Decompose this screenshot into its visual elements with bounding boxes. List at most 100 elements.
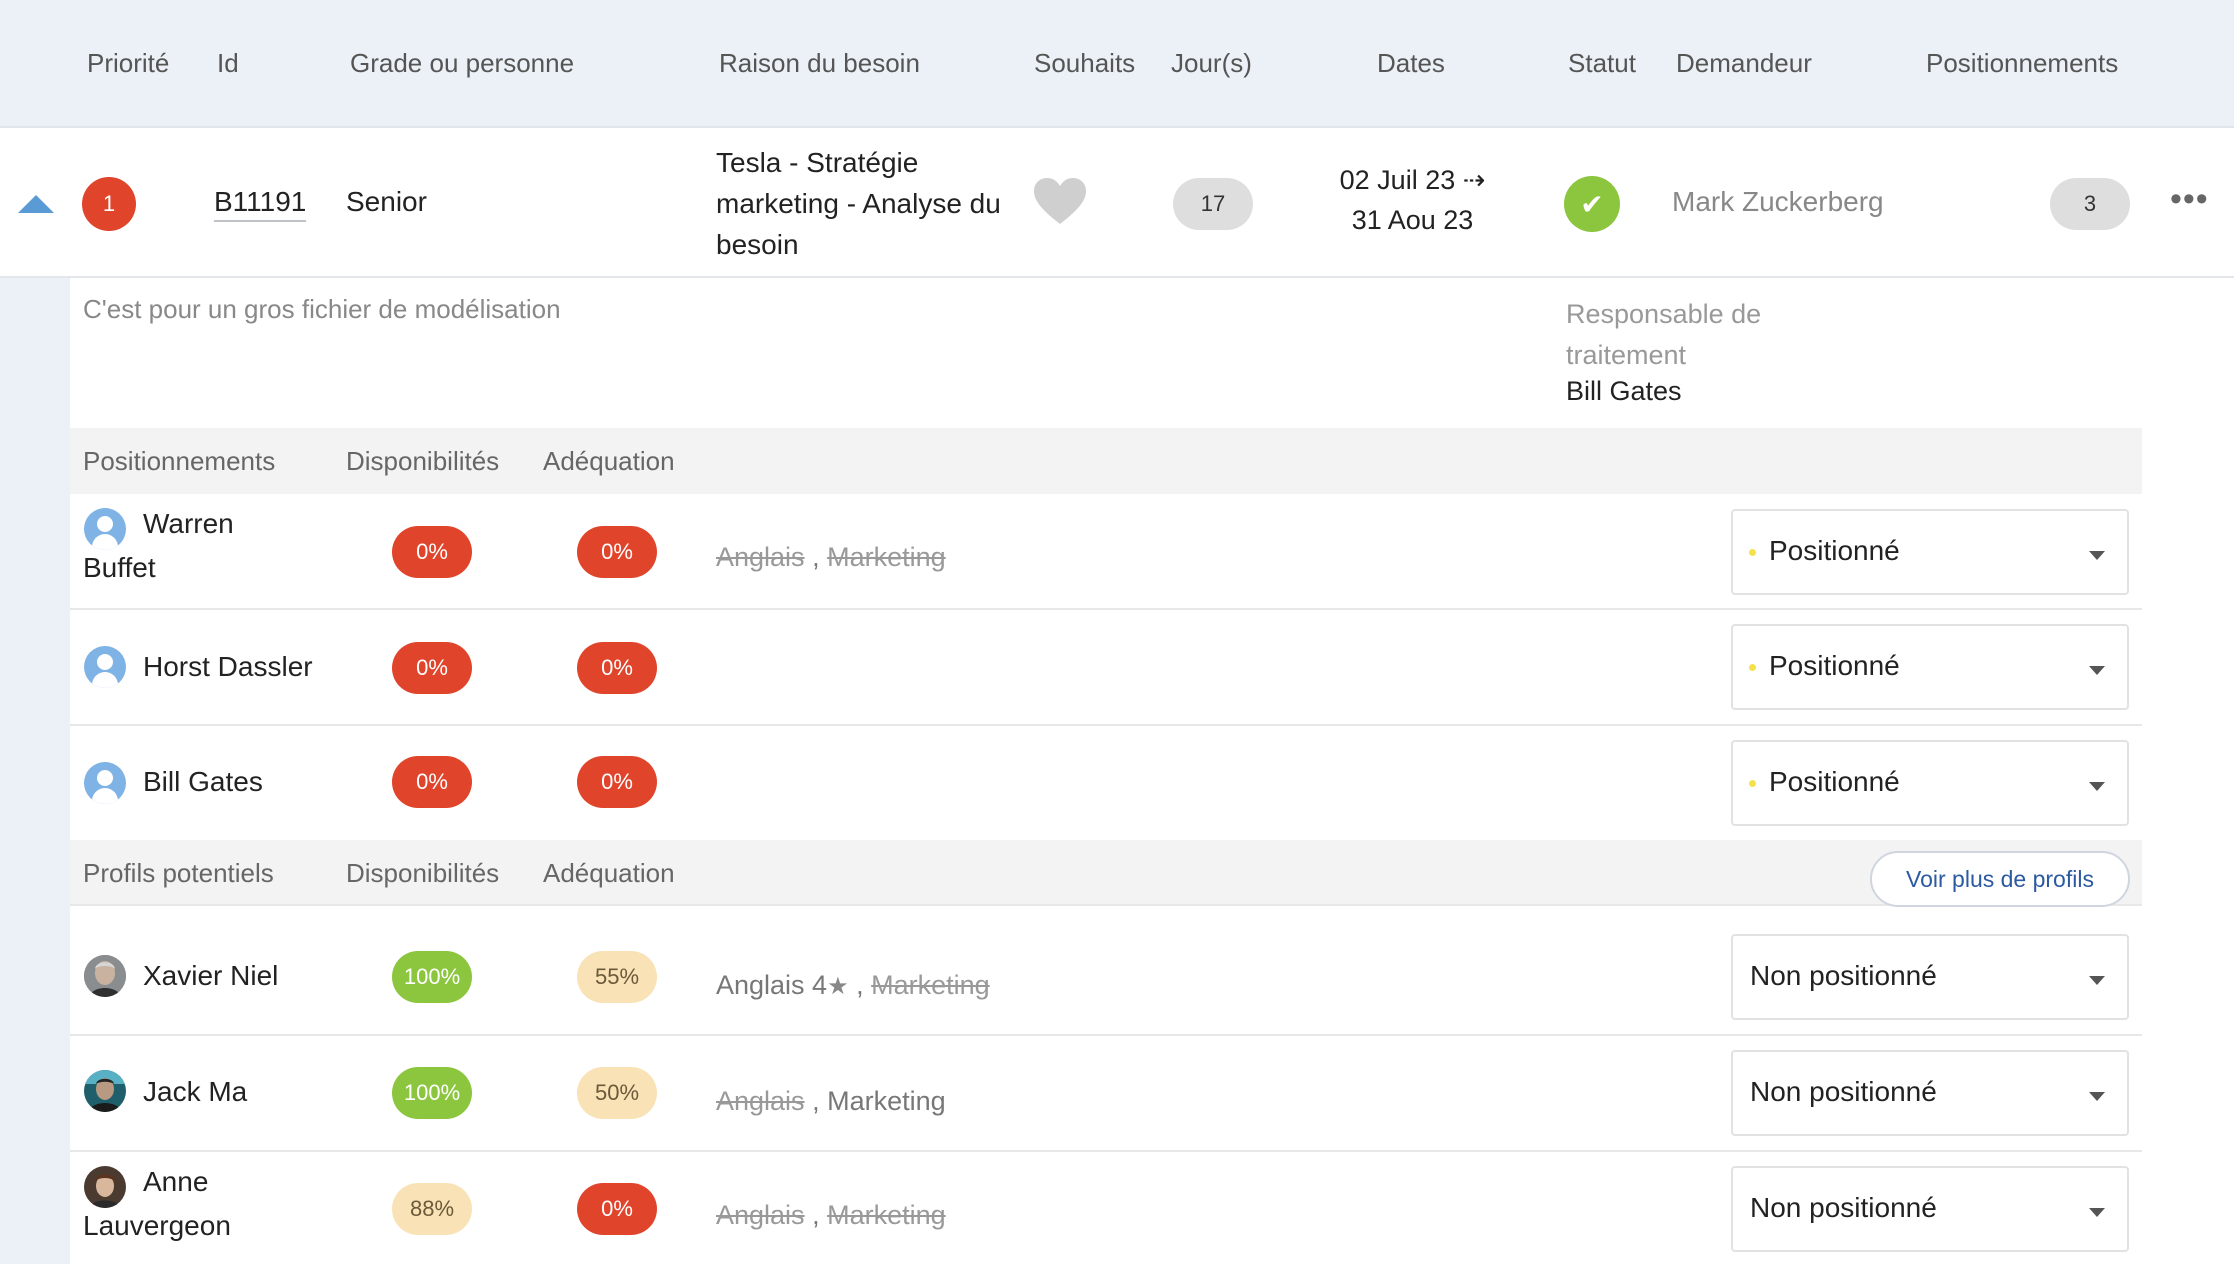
match-badge: 0%: [577, 526, 657, 578]
responsible-label: Responsable de traitement: [1566, 299, 1762, 370]
status-select-value: Positionné: [1769, 650, 1900, 681]
positioned-title: Positionnements: [83, 446, 276, 476]
status-dot-icon: [1749, 664, 1756, 671]
date-end: 31 Aou 23: [1351, 205, 1474, 235]
person-name[interactable]: Jack Ma: [143, 1070, 247, 1114]
availability-badge: 0%: [392, 756, 472, 808]
potential-section-header: Profils potentiels Disponibilités Adéqua…: [70, 840, 2142, 906]
heart-icon[interactable]: [1032, 176, 1088, 226]
skill-separator: ,: [804, 542, 828, 572]
priority-badge: 1: [82, 177, 136, 231]
availability-badge: 0%: [392, 642, 472, 694]
positioned-match-header: Adéquation: [543, 446, 675, 476]
date-start: 02 Juil 23 ⇢: [1339, 165, 1486, 195]
header-dates[interactable]: Dates: [1377, 48, 1445, 79]
portrait-icon: [84, 955, 126, 997]
status-select-value: Positionné: [1769, 535, 1900, 566]
header-id[interactable]: Id: [217, 48, 239, 79]
positionings-count-badge: 3: [2050, 178, 2130, 230]
status-select[interactable]: Positionné: [1731, 740, 2129, 826]
skills-list: Anglais 4★ , Marketing: [716, 970, 990, 1001]
availability-badge: 0%: [392, 526, 472, 578]
responsible-name: Bill Gates: [1566, 376, 1682, 406]
detail-left-strip: [0, 278, 70, 1264]
potential-title: Profils potentiels: [83, 858, 274, 888]
caret-down-icon: [2089, 666, 2105, 675]
availability-badge: 100%: [392, 1067, 472, 1119]
match-badge: 0%: [577, 642, 657, 694]
status-select[interactable]: Positionné: [1731, 624, 2129, 710]
avatar-icon: [84, 762, 126, 804]
request-grade: Senior: [346, 186, 427, 217]
table-header: Priorité Id Grade ou personne Raison du …: [0, 0, 2234, 128]
request-dates: 02 Juil 23 ⇢ 31 Aou 23: [1300, 160, 1525, 240]
potential-match-header: Adéquation: [543, 858, 675, 888]
status-select[interactable]: Non positionné: [1731, 934, 2129, 1020]
see-more-profiles-button[interactable]: Voir plus de profils: [1870, 851, 2130, 907]
table-row: Jack Ma 100% 50% Anglais , Marketing Non…: [70, 1036, 2142, 1152]
more-options-icon[interactable]: •••: [2170, 182, 2209, 216]
portrait-icon: [84, 1070, 126, 1112]
person-name[interactable]: Warren Buffet: [83, 502, 283, 590]
status-select[interactable]: Non positionné: [1731, 1050, 2129, 1136]
status-select-value: Non positionné: [1750, 1076, 1937, 1107]
table-row: Anne Lauvergeon 88% 0% Anglais , Marketi…: [70, 1152, 2142, 1264]
requester-name: Mark Zuckerberg: [1672, 186, 1884, 217]
status-check-icon: ✔: [1564, 176, 1620, 232]
skill-separator: ,: [848, 970, 872, 1000]
caret-down-icon: [2089, 976, 2105, 985]
header-wishes[interactable]: Souhaits: [1034, 48, 1135, 79]
skill-tag: Marketing: [827, 1200, 946, 1230]
status-select[interactable]: Positionné: [1731, 509, 2129, 595]
match-badge: 50%: [577, 1067, 657, 1119]
days-badge: 17: [1173, 178, 1253, 230]
person-name[interactable]: Anne Lauvergeon: [83, 1160, 283, 1248]
availability-badge: 88%: [392, 1183, 472, 1235]
avatar-photo: [84, 1070, 126, 1112]
caret-down-icon: [2089, 782, 2105, 791]
avatar-icon: [84, 646, 126, 688]
caret-down-icon: [2089, 551, 2105, 560]
status-select-value: Non positionné: [1750, 960, 1937, 991]
request-reason: Tesla - Stratégie marketing - Analyse du…: [716, 147, 1001, 260]
header-priority[interactable]: Priorité: [87, 48, 169, 79]
person-name[interactable]: Horst Dassler: [143, 645, 313, 689]
header-requester[interactable]: Demandeur: [1676, 48, 1812, 79]
caret-down-icon: [2089, 1208, 2105, 1217]
header-grade[interactable]: Grade ou personne: [350, 48, 574, 79]
status-dot-icon: [1749, 549, 1756, 556]
skill-tag: Marketing: [871, 970, 990, 1000]
skill-tag: Anglais: [716, 1200, 805, 1230]
request-id-link[interactable]: B11191: [214, 186, 307, 222]
header-reason[interactable]: Raison du besoin: [719, 48, 920, 79]
person-name[interactable]: Xavier Niel: [143, 954, 278, 998]
positioned-section-header: Positionnements Disponibilités Adéquatio…: [70, 428, 2142, 494]
status-dot-icon: [1749, 780, 1756, 787]
table-row: Xavier Niel 100% 55% Anglais 4★ , Market…: [70, 920, 2142, 1036]
match-badge: 55%: [577, 951, 657, 1003]
table-row: Warren Buffet 0% 0% Anglais , Marketing …: [70, 494, 2142, 610]
header-status[interactable]: Statut: [1568, 48, 1636, 79]
availability-badge: 100%: [392, 951, 472, 1003]
avatar-photo: [84, 955, 126, 997]
star-icon: ★: [827, 973, 849, 1000]
status-select-value: Non positionné: [1750, 1192, 1937, 1223]
header-days[interactable]: Jour(s): [1171, 48, 1252, 79]
skill-tag: Anglais: [716, 1086, 805, 1116]
collapse-arrow-icon[interactable]: [18, 195, 54, 213]
person-name[interactable]: Bill Gates: [143, 760, 263, 804]
skills-list: Anglais , Marketing: [716, 1086, 946, 1117]
status-select[interactable]: Non positionné: [1731, 1166, 2129, 1252]
skill-tag: Anglais: [716, 542, 805, 572]
skill-tag: Marketing: [827, 1086, 946, 1116]
table-row: Horst Dassler 0% 0% Positionné: [70, 610, 2142, 726]
request-note: C'est pour un gros fichier de modélisati…: [83, 294, 561, 324]
skill-tag: Marketing: [827, 542, 946, 572]
header-positionings[interactable]: Positionnements: [1926, 48, 2118, 79]
positioned-availability-header: Disponibilités: [346, 446, 500, 476]
request-row[interactable]: 1 B11191 Senior Tesla - Stratégie market…: [0, 128, 2234, 278]
status-select-value: Positionné: [1769, 766, 1900, 797]
caret-down-icon: [2089, 1092, 2105, 1101]
match-badge: 0%: [577, 756, 657, 808]
skill-separator: ,: [804, 1086, 828, 1116]
